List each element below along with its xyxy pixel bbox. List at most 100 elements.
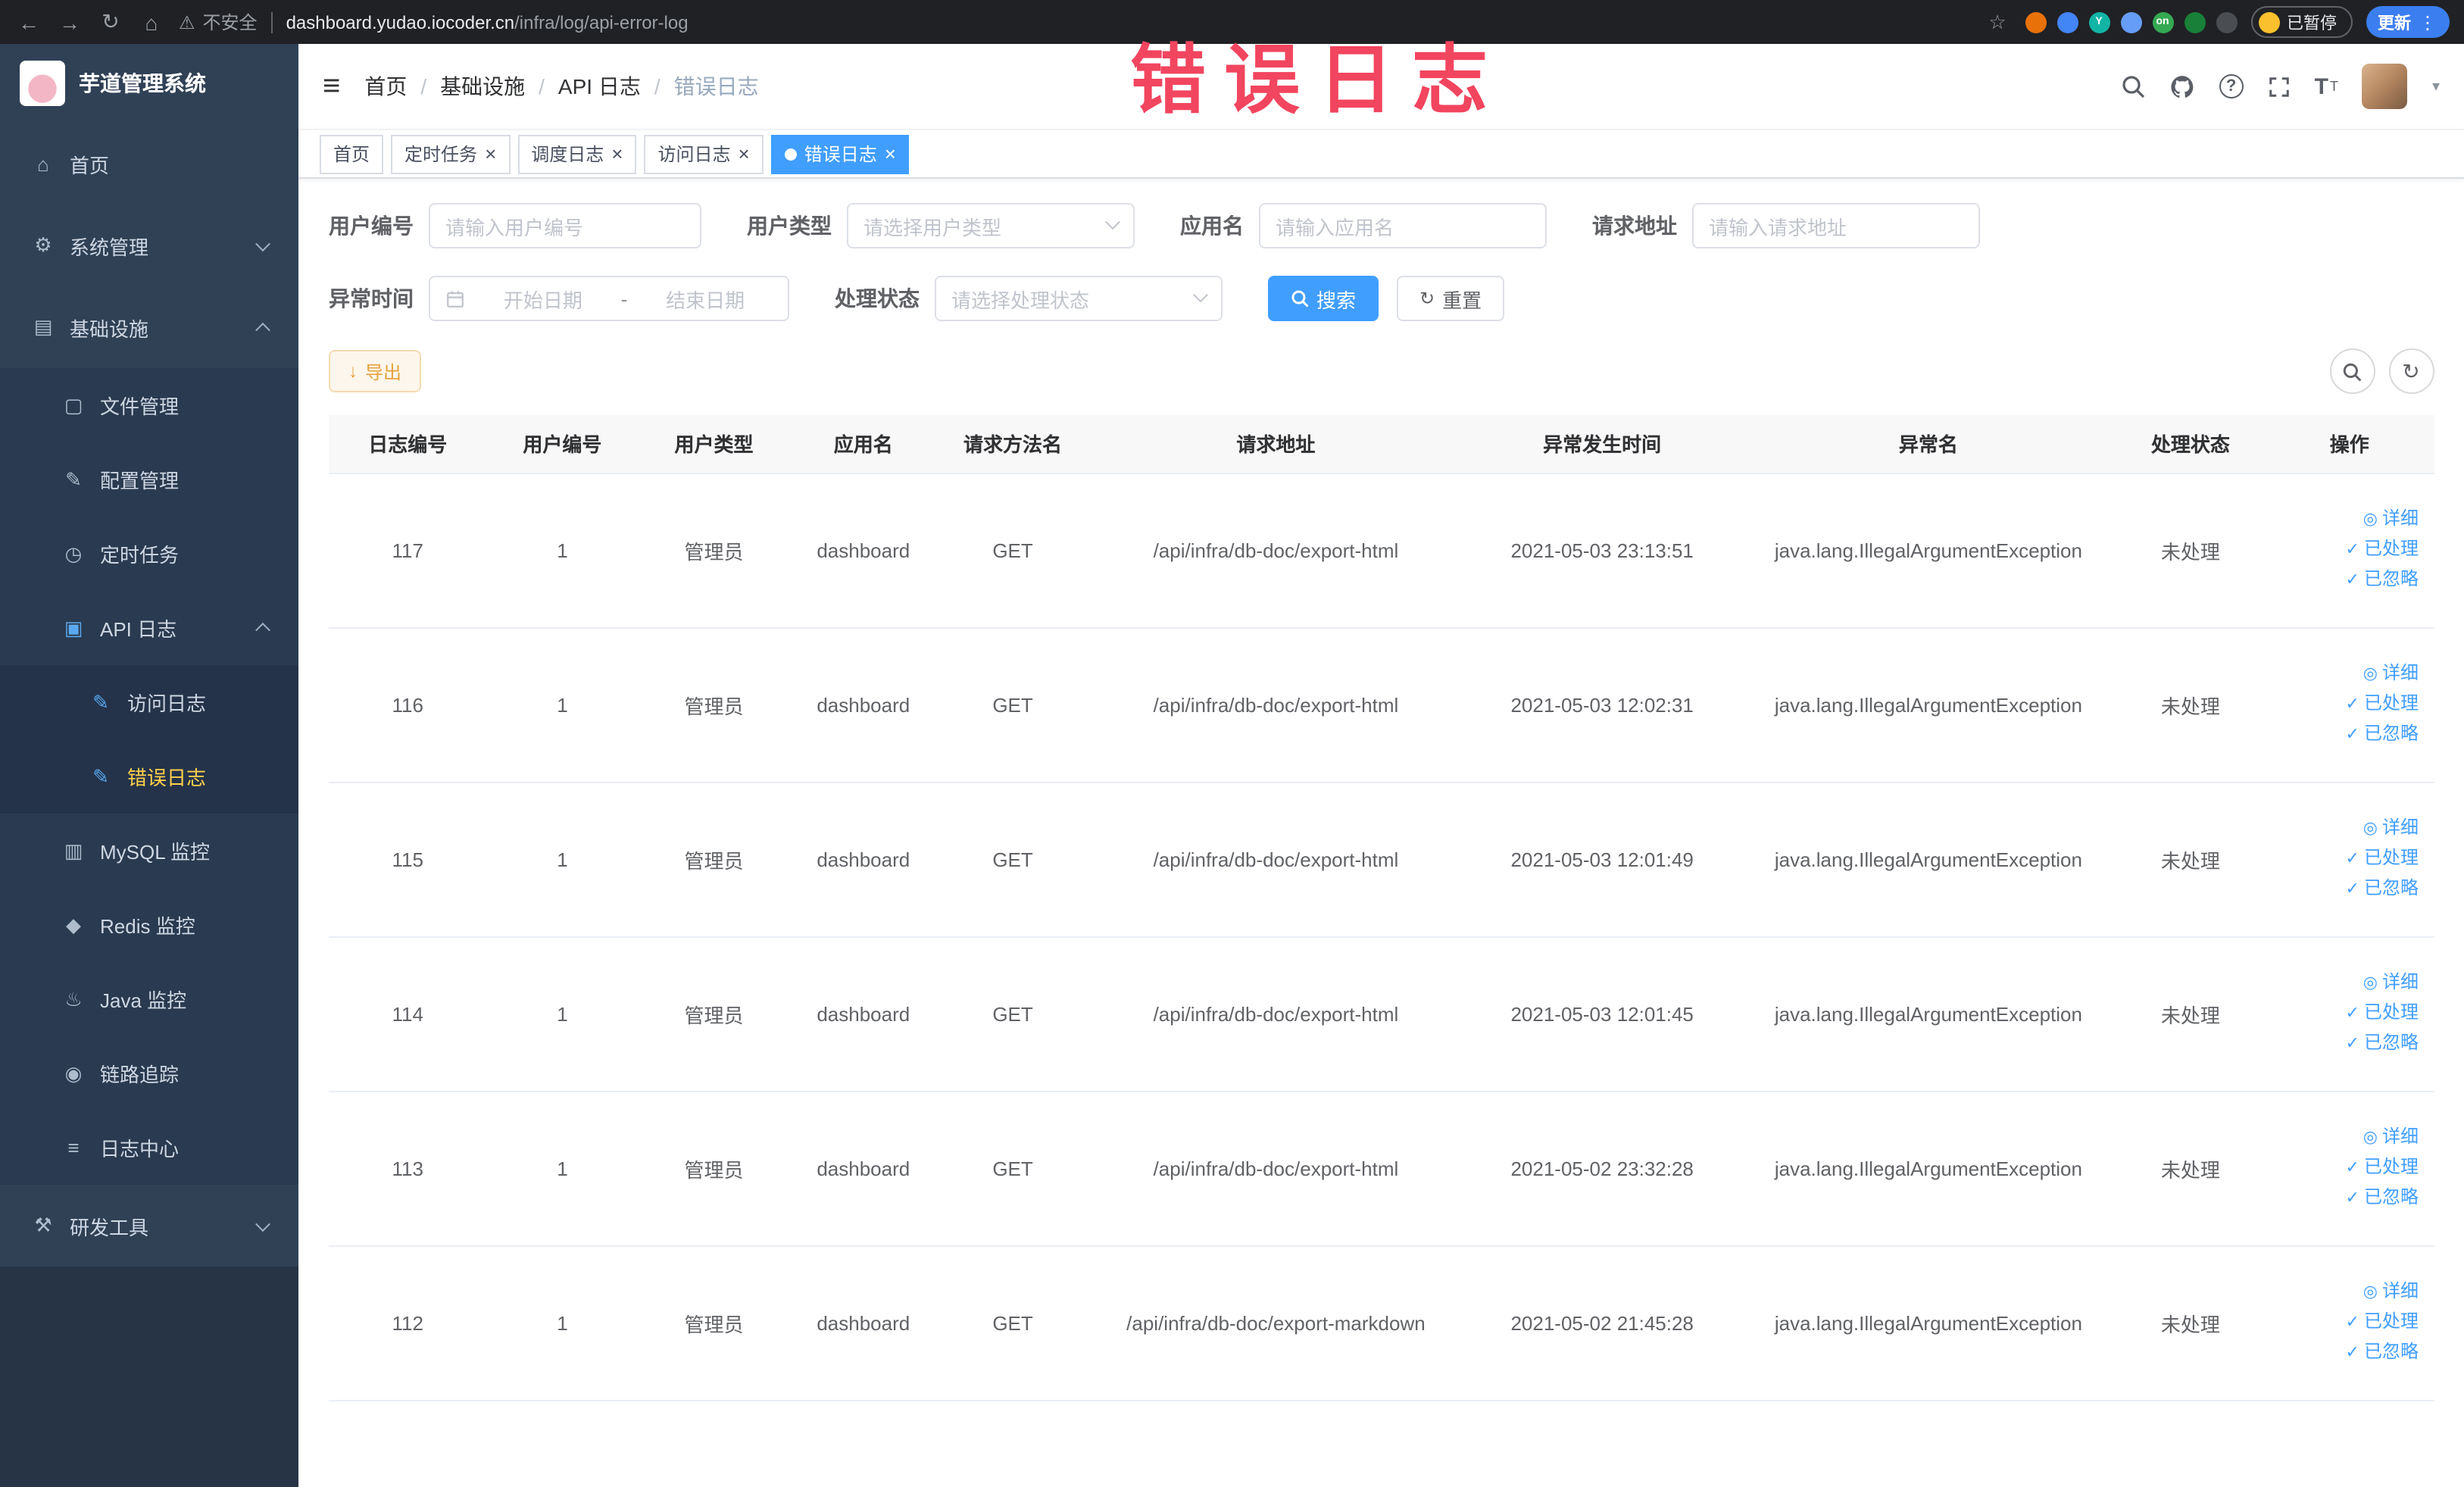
detail-link[interactable]: ◎ 详细 [2272, 1277, 2419, 1307]
breadcrumb-item[interactable]: API 日志 [558, 71, 641, 102]
update-button[interactable]: 更新 ⋮ [2366, 6, 2449, 38]
extension-blue-icon[interactable] [2056, 11, 2078, 33]
sidebar-item-config-management[interactable]: ✎ 配置管理 [0, 442, 298, 517]
search-button[interactable]: 搜索 [1268, 276, 1379, 321]
action-label: 详细 [2381, 1126, 2419, 1147]
extension-dark-icon[interactable] [2216, 11, 2237, 33]
tab-job-log[interactable]: 调度日志 × [517, 134, 637, 173]
detail-link[interactable]: ◎ 详细 [2272, 1123, 2419, 1153]
column-header: 用户类型 [638, 415, 790, 473]
processed-link[interactable]: ✓ 已处理 [2272, 689, 2419, 720]
sidebar-item-tracing[interactable]: ◉ 链路追踪 [0, 1036, 298, 1111]
cloud-icon: ▢ [64, 393, 83, 416]
profile-paused-button[interactable]: 已暂停 [2250, 6, 2352, 38]
ignored-link[interactable]: ✓ 已忽略 [2272, 1338, 2419, 1368]
action-label: 详细 [2381, 662, 2419, 683]
ignored-link[interactable]: ✓ 已忽略 [2272, 720, 2419, 750]
reset-button[interactable]: ↻ 重置 [1397, 276, 1505, 321]
bookmark-star-icon[interactable]: ☆ [1984, 10, 2011, 34]
detail-link[interactable]: ◎ 详细 [2272, 968, 2419, 998]
extension-grid-icon[interactable] [2120, 11, 2141, 33]
user-type-label: 用户类型 [747, 214, 832, 238]
table-row: 114 1 管理员 dashboard GET/api/infra/db-doc/exp… [329, 936, 2434, 1092]
sidebar-item-mysql-monitor[interactable]: ▥ MySQL 监控 [0, 814, 298, 888]
breadcrumb-item[interactable]: 基础设施 [440, 71, 525, 102]
sidebar-item-log-center[interactable]: ≡ 日志中心 [0, 1111, 298, 1185]
github-icon[interactable] [2169, 73, 2195, 99]
sidebar-item-redis-monitor[interactable]: ◆ Redis 监控 [0, 888, 298, 962]
processed-link[interactable]: ✓ 已处理 [2272, 1307, 2419, 1338]
processed-link[interactable]: ✓ 已处理 [2272, 535, 2419, 565]
close-icon[interactable]: × [739, 144, 750, 164]
detail-link[interactable]: ◎ 详细 [2272, 659, 2419, 689]
extension-green-icon[interactable] [2184, 11, 2205, 33]
cell-actions: ◎ 详细 ✓ 已处理 ✓ 已忽略 [2265, 936, 2434, 1092]
tab-access-log[interactable]: 访问日志 × [644, 134, 764, 173]
exception-time-filter: 异常时间 开始日期 - 结束日期 [329, 276, 789, 321]
sidebar-item-infrastructure[interactable]: ▤ 基础设施 [0, 286, 298, 368]
tab-home[interactable]: 首页 [320, 134, 384, 173]
detail-link[interactable]: ◎ 详细 [2272, 505, 2419, 535]
refresh-icon: ↻ [1419, 288, 1435, 309]
tab-error-log[interactable]: 错误日志 × [770, 134, 910, 173]
cell-user_type: 管理员 [638, 1091, 790, 1246]
action-label: 已处理 [2363, 1001, 2419, 1023]
sidebar-item-home[interactable]: ⌂ 首页 [0, 123, 298, 205]
reload-icon[interactable]: ↻ [97, 9, 124, 35]
security-chip[interactable]: ⚠ 不安全 [179, 9, 258, 35]
processed-link[interactable]: ✓ 已处理 [2272, 998, 2419, 1029]
tab-scheduled-jobs[interactable]: 定时任务 × [391, 134, 511, 173]
app-name-input[interactable]: 请输入应用名 [1259, 203, 1547, 248]
column-header: 操作 [2265, 415, 2434, 473]
request-url-input[interactable]: 请输入请求地址 [1692, 203, 1980, 248]
close-icon[interactable]: × [611, 144, 623, 164]
chevron-down-icon[interactable]: ▾ [2432, 78, 2440, 95]
ignored-link[interactable]: ✓ 已忽略 [2272, 874, 2419, 904]
sidebar-item-system-management[interactable]: ⚙ 系统管理 [0, 205, 298, 286]
hamburger-icon[interactable]: ≡ [323, 69, 340, 104]
user-id-input[interactable]: 请输入用户编号 [429, 203, 701, 248]
sidebar-item-scheduled-jobs[interactable]: ◷ 定时任务 [0, 517, 298, 591]
processed-link[interactable]: ✓ 已处理 [2272, 844, 2419, 874]
sidebar-item-dev-tools[interactable]: ⚒ 研发工具 [0, 1185, 298, 1267]
user-type-select[interactable]: 请选择用户类型 [847, 203, 1135, 248]
sidebar-item-file-management[interactable]: ▢ 文件管理 [0, 368, 298, 442]
cell-user_id: 1 [486, 627, 639, 783]
back-icon[interactable]: ← [15, 10, 42, 34]
forward-icon[interactable]: → [56, 10, 83, 34]
search-icon[interactable] [2121, 74, 2145, 98]
date-range-input[interactable]: 开始日期 - 结束日期 [429, 276, 789, 321]
help-icon[interactable]: ? [2219, 74, 2244, 98]
cell-time: 2021-05-03 23:13:51 [1463, 473, 1741, 628]
avatar[interactable] [2362, 64, 2408, 109]
logo[interactable]: 芋道管理系统 [0, 44, 298, 123]
sidebar-item-access-log[interactable]: ✎ 访问日志 [0, 665, 298, 739]
ignored-link[interactable]: ✓ 已忽略 [2272, 1029, 2419, 1059]
close-icon[interactable]: × [485, 144, 496, 164]
font-size-icon[interactable]: TT [2315, 73, 2338, 99]
refresh-button[interactable]: ↻ [2388, 348, 2434, 394]
export-button[interactable]: ↓ 导出 [329, 350, 422, 392]
home-icon[interactable]: ⌂ [138, 10, 165, 34]
breadcrumb-item[interactable]: 首页 [364, 71, 407, 102]
extension-teal-icon[interactable]: Y [2088, 11, 2110, 33]
ignored-link[interactable]: ✓ 已忽略 [2272, 1183, 2419, 1214]
sidebar-item-api-log[interactable]: ▣ API 日志 [0, 591, 298, 665]
column-header: 处理状态 [2116, 415, 2266, 473]
search-toggle-button[interactable] [2329, 348, 2375, 394]
sidebar-menu: ⌂ 首页 ⚙ 系统管理 ▤ 基础设施 ▢ 文件管理 ✎ 配置管理 ◷ 定时任务 ▣ API 日志 ✎ 访问日志… [0, 123, 298, 1267]
cell-actions: ◎ 详细 ✓ 已处理 ✓ 已忽略 [2265, 1245, 2434, 1401]
fullscreen-icon[interactable] [2268, 75, 2291, 98]
detail-link[interactable]: ◎ 详细 [2272, 814, 2419, 844]
ignored-link[interactable]: ✓ 已忽略 [2272, 565, 2419, 595]
extension-orange-icon[interactable] [2025, 11, 2046, 33]
processed-link[interactable]: ✓ 已处理 [2272, 1153, 2419, 1183]
process-status-select[interactable]: 请选择处理状态 [935, 276, 1223, 321]
close-icon[interactable]: × [885, 144, 896, 164]
app-name-label: 应用名 [1180, 214, 1244, 238]
action-label: 已处理 [2363, 1156, 2419, 1177]
extension-on-icon[interactable]: on [2152, 11, 2173, 33]
url-bar[interactable]: dashboard.yudao.iocoder.cn/infra/log/api… [286, 11, 1970, 33]
sidebar-item-java-monitor[interactable]: ♨ Java 监控 [0, 962, 298, 1036]
sidebar-item-error-log[interactable]: ✎ 错误日志 [0, 739, 298, 814]
